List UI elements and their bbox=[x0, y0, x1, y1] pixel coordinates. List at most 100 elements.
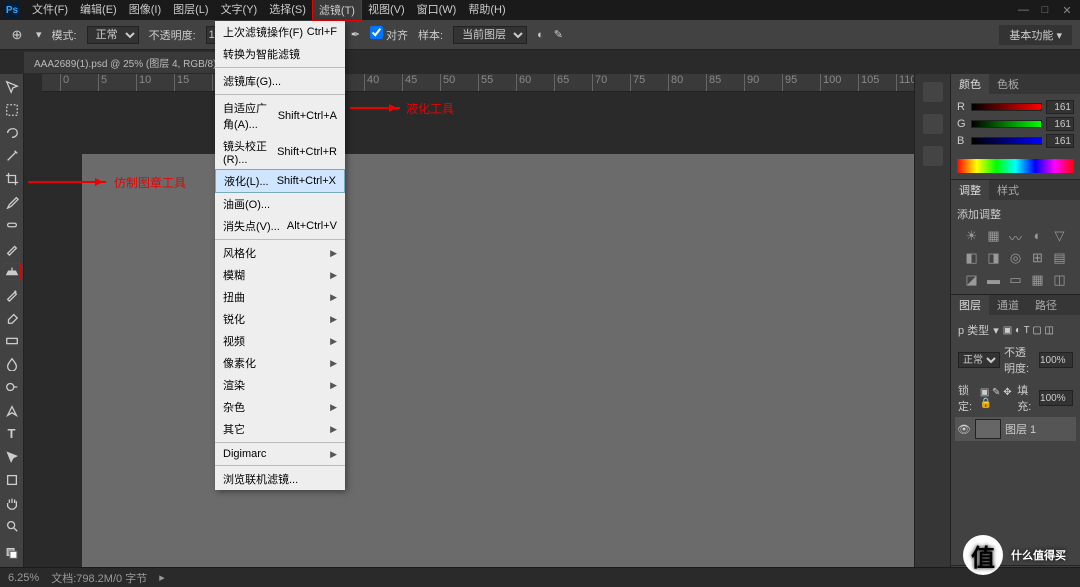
workspace-switcher[interactable]: 基本功能 ▾ bbox=[999, 25, 1072, 45]
crop-tool[interactable] bbox=[3, 171, 21, 188]
filter-menu-item-10[interactable]: 扭曲▶ bbox=[215, 286, 345, 308]
eyedropper-tool[interactable] bbox=[3, 194, 21, 211]
wand-tool[interactable] bbox=[3, 147, 21, 164]
gradient-tool[interactable] bbox=[3, 333, 21, 350]
adjustments-tab[interactable]: 调整 bbox=[951, 180, 989, 200]
tablet-icon[interactable]: ✎ bbox=[554, 28, 563, 41]
blend-mode-select[interactable]: 正常 bbox=[958, 352, 1000, 368]
selective-icon[interactable]: ◫ bbox=[1052, 272, 1068, 288]
pen-tool[interactable] bbox=[3, 402, 21, 419]
doc-info[interactable]: 文档:798.2M/0 字节 bbox=[51, 570, 147, 586]
vibrance-icon[interactable]: ▽ bbox=[1052, 228, 1068, 244]
minimize-button[interactable]: — bbox=[1018, 4, 1028, 17]
filter-menu-item-16[interactable]: 其它▶ bbox=[215, 418, 345, 440]
mode-select[interactable]: 正常 bbox=[87, 26, 139, 44]
kind-filter[interactable]: p 类型 bbox=[958, 322, 989, 338]
color-swatches-icon[interactable] bbox=[3, 541, 21, 564]
r-value[interactable] bbox=[1046, 100, 1074, 114]
swatches-tab[interactable]: 色板 bbox=[989, 74, 1027, 94]
menu-6[interactable]: 滤镜(T) bbox=[312, 0, 362, 21]
invert-icon[interactable]: ◪ bbox=[964, 272, 980, 288]
character-panel-icon[interactable] bbox=[923, 114, 943, 134]
levels-icon[interactable]: ▦ bbox=[986, 228, 1002, 244]
layer-row[interactable]: 👁 图层 1 bbox=[955, 417, 1076, 441]
menu-9[interactable]: 帮助(H) bbox=[462, 0, 511, 21]
close-button[interactable]: ✕ bbox=[1062, 4, 1072, 17]
eraser-tool[interactable] bbox=[3, 310, 21, 327]
filter-menu-item-6[interactable]: 油画(O)... bbox=[215, 193, 345, 215]
menu-0[interactable]: 文件(F) bbox=[26, 0, 74, 21]
menu-4[interactable]: 文字(Y) bbox=[215, 0, 264, 21]
menu-3[interactable]: 图层(L) bbox=[167, 0, 214, 21]
shape-tool[interactable] bbox=[3, 471, 21, 488]
lasso-tool[interactable] bbox=[3, 124, 21, 141]
g-value[interactable] bbox=[1046, 117, 1074, 131]
layers-tab[interactable]: 图层 bbox=[951, 295, 989, 315]
fill-input[interactable] bbox=[1039, 390, 1073, 406]
posterize-icon[interactable]: ▬ bbox=[986, 272, 1002, 288]
doc-tab-0[interactable]: AAA2689(1).psd @ 25% (图层 4, RGB/8) *× bbox=[24, 52, 247, 73]
channels-tab[interactable]: 通道 bbox=[989, 295, 1027, 315]
visibility-icon[interactable]: 👁 bbox=[957, 423, 971, 436]
zoom-tool[interactable] bbox=[3, 518, 21, 535]
layer-thumbnail[interactable] bbox=[975, 419, 1001, 439]
sample-select[interactable]: 当前图层 bbox=[453, 26, 527, 44]
history-panel-icon[interactable] bbox=[923, 82, 943, 102]
color-tab[interactable]: 颜色 bbox=[951, 74, 989, 94]
spectrum-picker[interactable] bbox=[957, 159, 1074, 173]
filter-menu-item-18[interactable]: 浏览联机滤镜... bbox=[215, 468, 345, 490]
filter-menu-item-7[interactable]: 消失点(V)...Alt+Ctrl+V bbox=[215, 215, 345, 237]
maximize-button[interactable]: □ bbox=[1040, 4, 1050, 17]
menu-2[interactable]: 图像(I) bbox=[123, 0, 167, 21]
clone-stamp-tool[interactable] bbox=[3, 263, 21, 280]
move-tool[interactable] bbox=[3, 78, 21, 95]
grad-map-icon[interactable]: ▦ bbox=[1030, 272, 1046, 288]
filter-menu-item-15[interactable]: 杂色▶ bbox=[215, 396, 345, 418]
menu-1[interactable]: 编辑(E) bbox=[74, 0, 123, 21]
threshold-icon[interactable]: ▭ bbox=[1008, 272, 1024, 288]
filter-menu-item-4[interactable]: 镜头校正(R)...Shift+Ctrl+R bbox=[215, 135, 345, 169]
layer-name[interactable]: 图层 1 bbox=[1005, 421, 1036, 437]
filter-menu-item-14[interactable]: 渲染▶ bbox=[215, 374, 345, 396]
history-brush-tool[interactable] bbox=[3, 286, 21, 303]
b-value[interactable] bbox=[1046, 134, 1074, 148]
ignore-adj-icon[interactable]: ◐ bbox=[537, 29, 544, 41]
type-tool[interactable]: T bbox=[3, 425, 21, 442]
filter-menu-item-9[interactable]: 模糊▶ bbox=[215, 264, 345, 286]
filter-menu-item-2[interactable]: 滤镜库(G)... bbox=[215, 70, 345, 92]
aligned-checkbox[interactable]: 对齐 bbox=[370, 26, 408, 43]
g-slider[interactable] bbox=[971, 120, 1042, 128]
paths-tab[interactable]: 路径 bbox=[1027, 295, 1065, 315]
airbrush-icon[interactable]: ✒ bbox=[351, 28, 360, 41]
styles-tab[interactable]: 样式 bbox=[989, 180, 1027, 200]
brush-tool[interactable] bbox=[3, 240, 21, 257]
r-slider[interactable] bbox=[971, 103, 1042, 111]
filter-menu-item-1[interactable]: 转换为智能滤镜 bbox=[215, 43, 345, 65]
dodge-tool[interactable] bbox=[3, 379, 21, 396]
hue-icon[interactable]: ◧ bbox=[964, 250, 980, 266]
filter-menu-item-8[interactable]: 风格化▶ bbox=[215, 242, 345, 264]
marquee-tool[interactable] bbox=[3, 101, 21, 118]
curves-icon[interactable]: 〰 bbox=[1008, 228, 1024, 244]
brightness-icon[interactable]: ☀ bbox=[964, 228, 980, 244]
filter-menu-item-11[interactable]: 锐化▶ bbox=[215, 308, 345, 330]
menu-7[interactable]: 视图(V) bbox=[362, 0, 411, 21]
channel-mixer-icon[interactable]: ⊞ bbox=[1030, 250, 1046, 266]
menu-8[interactable]: 窗口(W) bbox=[411, 0, 463, 21]
b-slider[interactable] bbox=[971, 137, 1042, 145]
zoom-level[interactable]: 6.25% bbox=[8, 572, 39, 584]
filter-menu-item-17[interactable]: Digimarc▶ bbox=[215, 445, 345, 463]
canvas[interactable] bbox=[82, 154, 914, 584]
lookup-icon[interactable]: ▤ bbox=[1052, 250, 1068, 266]
bw-icon[interactable]: ◨ bbox=[986, 250, 1002, 266]
filter-menu-item-3[interactable]: 自适应广角(A)...Shift+Ctrl+A bbox=[215, 97, 345, 135]
heal-tool[interactable] bbox=[3, 217, 21, 234]
paragraph-panel-icon[interactable] bbox=[923, 146, 943, 166]
photo-filter-icon[interactable]: ◎ bbox=[1008, 250, 1024, 266]
filter-menu-item-13[interactable]: 像素化▶ bbox=[215, 352, 345, 374]
filter-menu-item-0[interactable]: 上次滤镜操作(F)Ctrl+F bbox=[215, 21, 345, 43]
filter-menu-item-12[interactable]: 视频▶ bbox=[215, 330, 345, 352]
filter-menu-item-5[interactable]: 液化(L)...Shift+Ctrl+X bbox=[215, 169, 345, 193]
exposure-icon[interactable]: ◐ bbox=[1030, 228, 1046, 244]
hand-tool[interactable] bbox=[3, 495, 21, 512]
